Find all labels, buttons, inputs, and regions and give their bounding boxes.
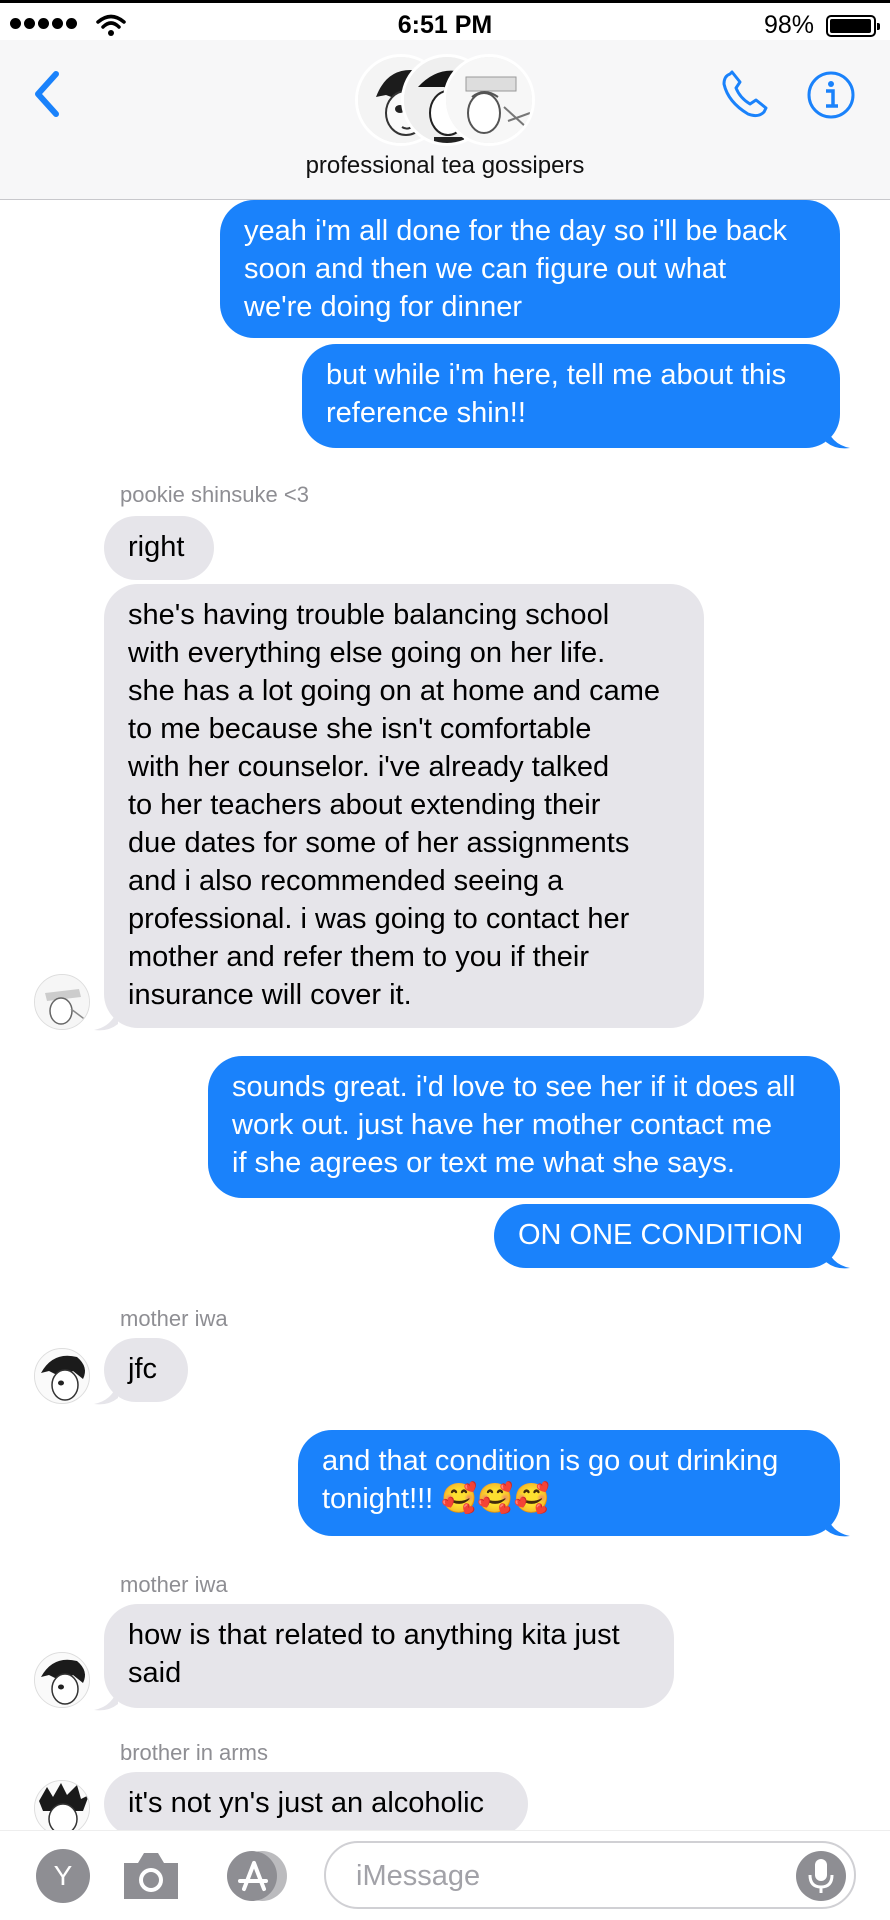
app-drawer-button[interactable]: Y: [36, 1849, 90, 1903]
microphone-icon[interactable]: [796, 1851, 846, 1901]
sent-message[interactable]: sounds great. i'd love to see her if it …: [208, 1056, 840, 1198]
battery-percent: 98%: [763, 11, 814, 39]
bubble-tail: [826, 1512, 850, 1537]
bubble-tail: [94, 1006, 118, 1031]
bubble-tail: [826, 1244, 850, 1269]
received-message[interactable]: right: [104, 516, 214, 580]
camera-icon[interactable]: [120, 1849, 182, 1903]
received-message[interactable]: how is that related to anything kita jus…: [104, 1604, 674, 1708]
sent-message[interactable]: yeah i'm all done for the day so i'll be…: [220, 200, 840, 338]
status-bar: 6:51 PM 98%: [0, 0, 890, 44]
compose-bar: Y iMessage: [0, 1830, 890, 1920]
sender-avatar[interactable]: [34, 1348, 90, 1404]
sender-avatar[interactable]: [34, 1652, 90, 1708]
message-thread[interactable]: yeah i'm all done for the day so i'll be…: [0, 200, 890, 1830]
sender-name: mother iwa: [120, 1572, 228, 1597]
message-input-placeholder: iMessage: [356, 1860, 481, 1892]
sender-avatar[interactable]: [34, 1780, 90, 1830]
status-time: 6:51 PM: [397, 11, 493, 39]
received-message[interactable]: she's having trouble balancing school wi…: [104, 584, 704, 1028]
app-store-icon[interactable]: [222, 1849, 292, 1903]
group-avatar-stack[interactable]: [355, 52, 535, 148]
conversation-header: professional tea gossipers: [0, 40, 890, 200]
sender-name: brother in arms: [120, 1740, 268, 1765]
sender-name: pookie shinsuke <3: [120, 482, 309, 507]
message-input[interactable]: iMessage: [324, 1841, 856, 1909]
received-message[interactable]: it's not yn's just an alcoholic: [104, 1772, 528, 1830]
bubble-tail: [94, 1380, 118, 1405]
info-icon[interactable]: [806, 70, 856, 120]
bubble-tail: [826, 424, 850, 449]
back-chevron-icon[interactable]: [26, 64, 66, 124]
sender-name: mother iwa: [120, 1306, 228, 1331]
battery-icon: [826, 15, 880, 37]
conversation-title[interactable]: professional tea gossipers: [0, 152, 890, 180]
phone-icon[interactable]: [718, 68, 772, 122]
sender-avatar[interactable]: [34, 974, 90, 1030]
sent-message[interactable]: but while i'm here, tell me about this r…: [302, 344, 840, 448]
member-avatar: [443, 54, 535, 146]
bubble-tail: [94, 1686, 118, 1711]
sent-message[interactable]: ON ONE CONDITION: [494, 1204, 840, 1268]
sent-message[interactable]: and that condition is go out drinking to…: [298, 1430, 840, 1536]
